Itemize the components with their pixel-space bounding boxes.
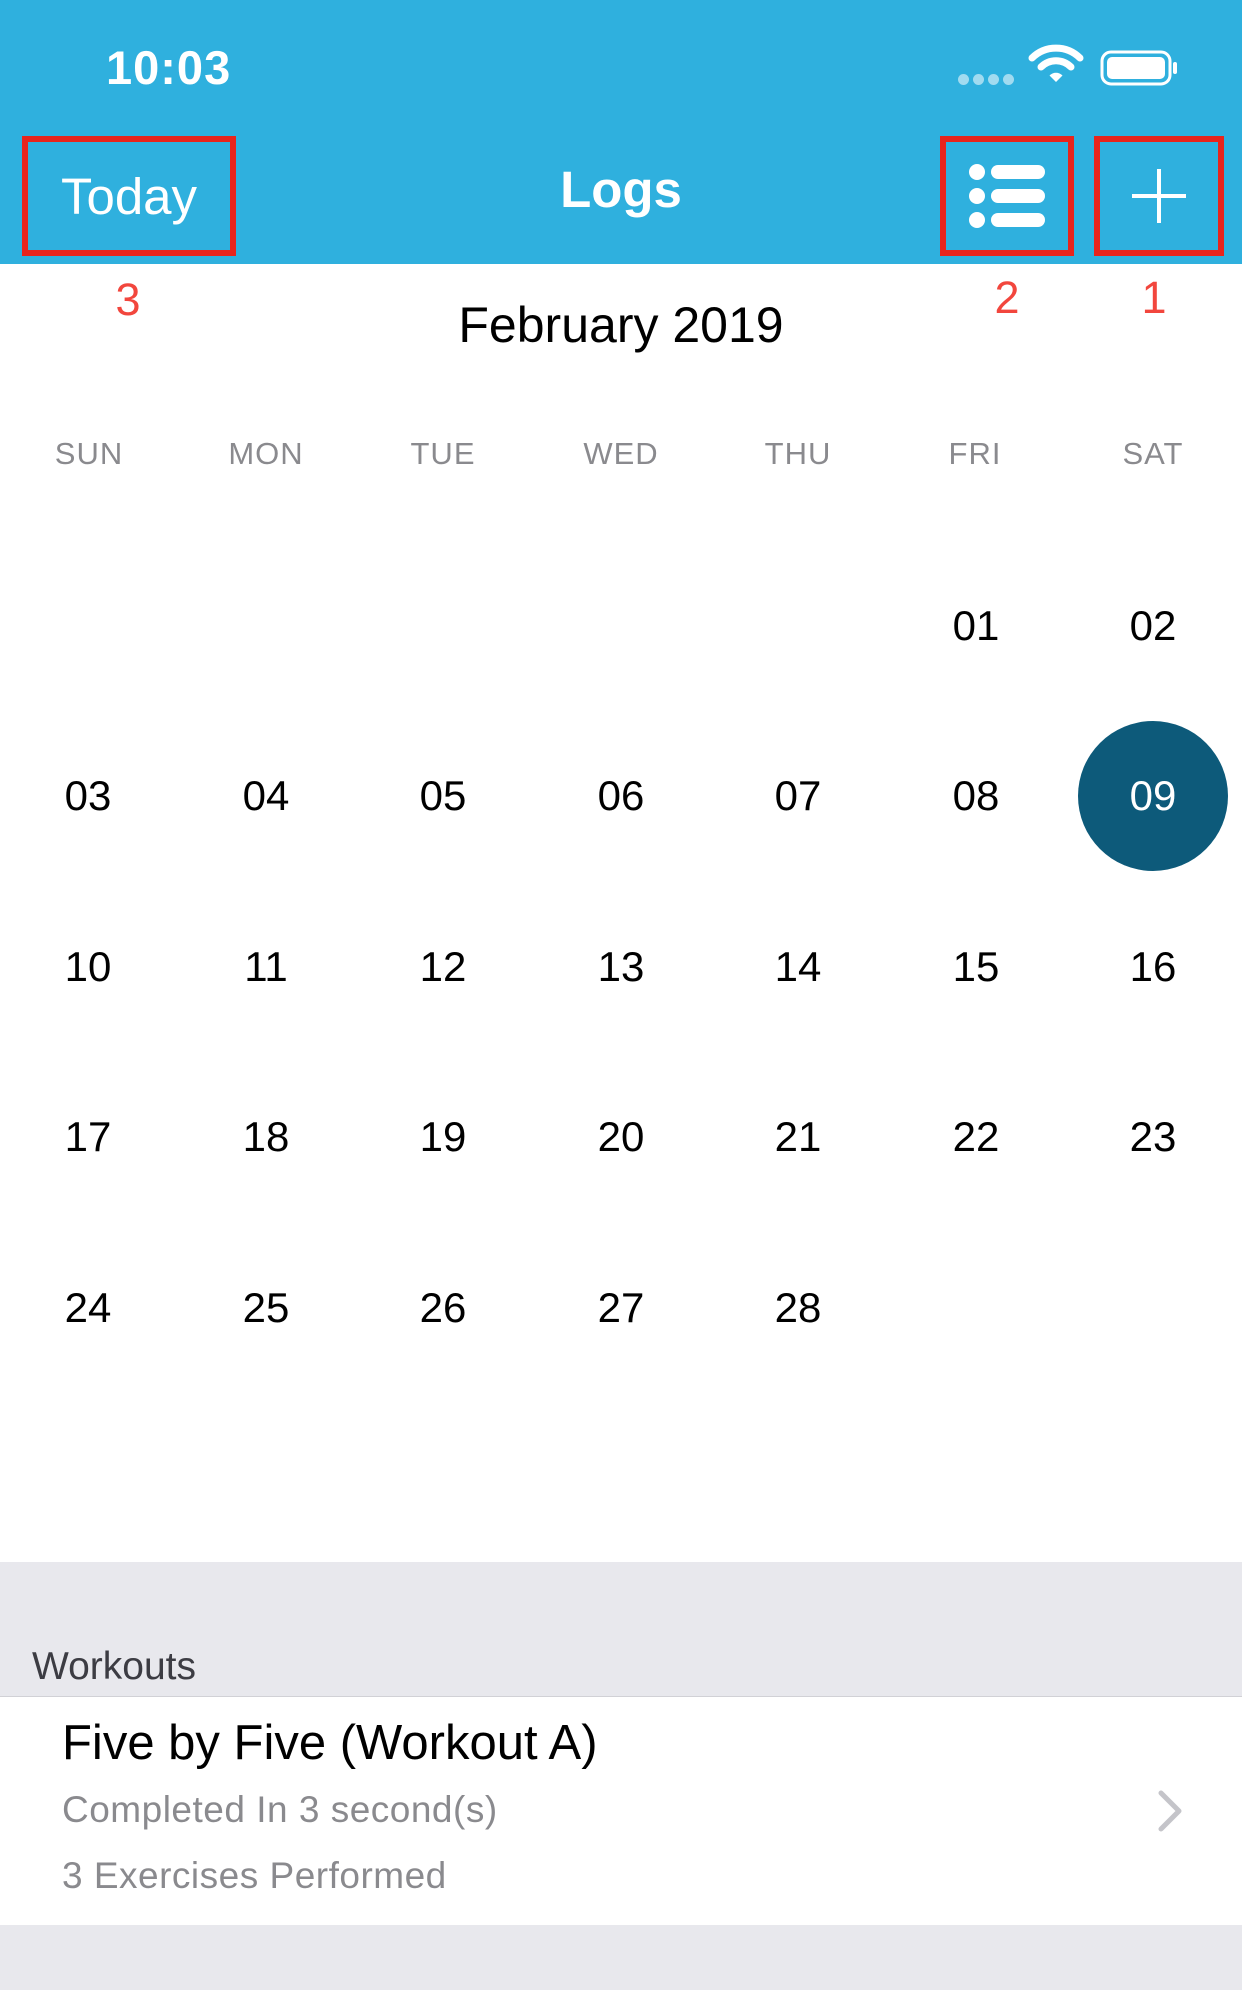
weekday-fri: FRI (948, 436, 1002, 471)
calendar-day[interactable]: 05 (368, 721, 518, 871)
calendar-day[interactable]: 10 (13, 892, 163, 1042)
calendar-day[interactable]: 18 (191, 1062, 341, 1212)
calendar-day[interactable]: 02 (1078, 551, 1228, 701)
weekday-wed: WED (583, 436, 659, 471)
calendar-day[interactable]: 28 (723, 1233, 873, 1383)
calendar-day[interactable]: 15 (901, 892, 1051, 1042)
calendar-day[interactable]: 12 (368, 892, 518, 1042)
calendar-day[interactable]: 26 (368, 1233, 518, 1383)
calendar-day[interactable]: 03 (13, 721, 163, 871)
workouts-section-label: Workouts (32, 1645, 196, 1688)
bottom-section-separator (0, 1925, 1242, 1990)
calendar-day[interactable]: 17 (13, 1062, 163, 1212)
weekday-header: SUN MON TUE WED THU FRI SAT (0, 436, 1242, 476)
calendar-day-selected[interactable]: 09 (1078, 721, 1228, 871)
battery-icon (1100, 50, 1177, 86)
add-button[interactable] (1094, 136, 1224, 256)
calendar-day[interactable]: 07 (723, 721, 873, 871)
calendar-day[interactable]: 23 (1078, 1062, 1228, 1212)
status-time: 10:03 (106, 41, 232, 94)
workout-name: Five by Five (Workout A) (62, 1716, 598, 1770)
calendar-day[interactable]: 27 (546, 1233, 696, 1383)
logs-screen: 10:03 Logs Today 3 2 1 February 2019 SUN… (0, 0, 1242, 1990)
navigation-header: 10:03 Logs Today (0, 0, 1242, 264)
calendar-day[interactable]: 08 (901, 721, 1051, 871)
calendar-day[interactable]: 06 (546, 721, 696, 871)
today-button-label: Today (60, 167, 198, 225)
chevron-right-icon (1158, 1790, 1182, 1832)
calendar-day[interactable]: 25 (191, 1233, 341, 1383)
calendar-day[interactable]: 04 (191, 721, 341, 871)
weekday-sun: SUN (54, 436, 124, 471)
list-icon (969, 164, 1045, 228)
workout-list-item[interactable]: Five by Five (Workout A) Completed In 3 … (0, 1696, 1242, 1926)
calendar-day[interactable]: 21 (723, 1062, 873, 1212)
calendar-day[interactable]: 16 (1078, 892, 1228, 1042)
today-button[interactable]: Today (22, 136, 236, 256)
list-button[interactable] (940, 136, 1074, 256)
calendar-day[interactable]: 14 (723, 892, 873, 1042)
weekday-thu: THU (764, 436, 832, 471)
weekday-tue: TUE (410, 436, 476, 471)
calendar-day[interactable]: 01 (901, 551, 1051, 701)
workout-exercise-count: 3 Exercises Performed (62, 1855, 447, 1896)
cellular-signal-icon (958, 74, 1016, 86)
calendar-day[interactable]: 20 (546, 1062, 696, 1212)
calendar-day[interactable]: 13 (546, 892, 696, 1042)
calendar-day[interactable]: 11 (191, 892, 341, 1042)
calendar-day[interactable]: 22 (901, 1062, 1051, 1212)
plus-icon (1132, 169, 1186, 223)
wifi-icon (1028, 44, 1084, 82)
calendar-day[interactable]: 19 (368, 1062, 518, 1212)
workout-duration: Completed In 3 second(s) (62, 1789, 498, 1830)
weekday-sat: SAT (1122, 436, 1184, 471)
calendar-day[interactable]: 24 (13, 1233, 163, 1383)
weekday-mon: MON (228, 436, 304, 471)
month-title: February 2019 (458, 297, 784, 353)
